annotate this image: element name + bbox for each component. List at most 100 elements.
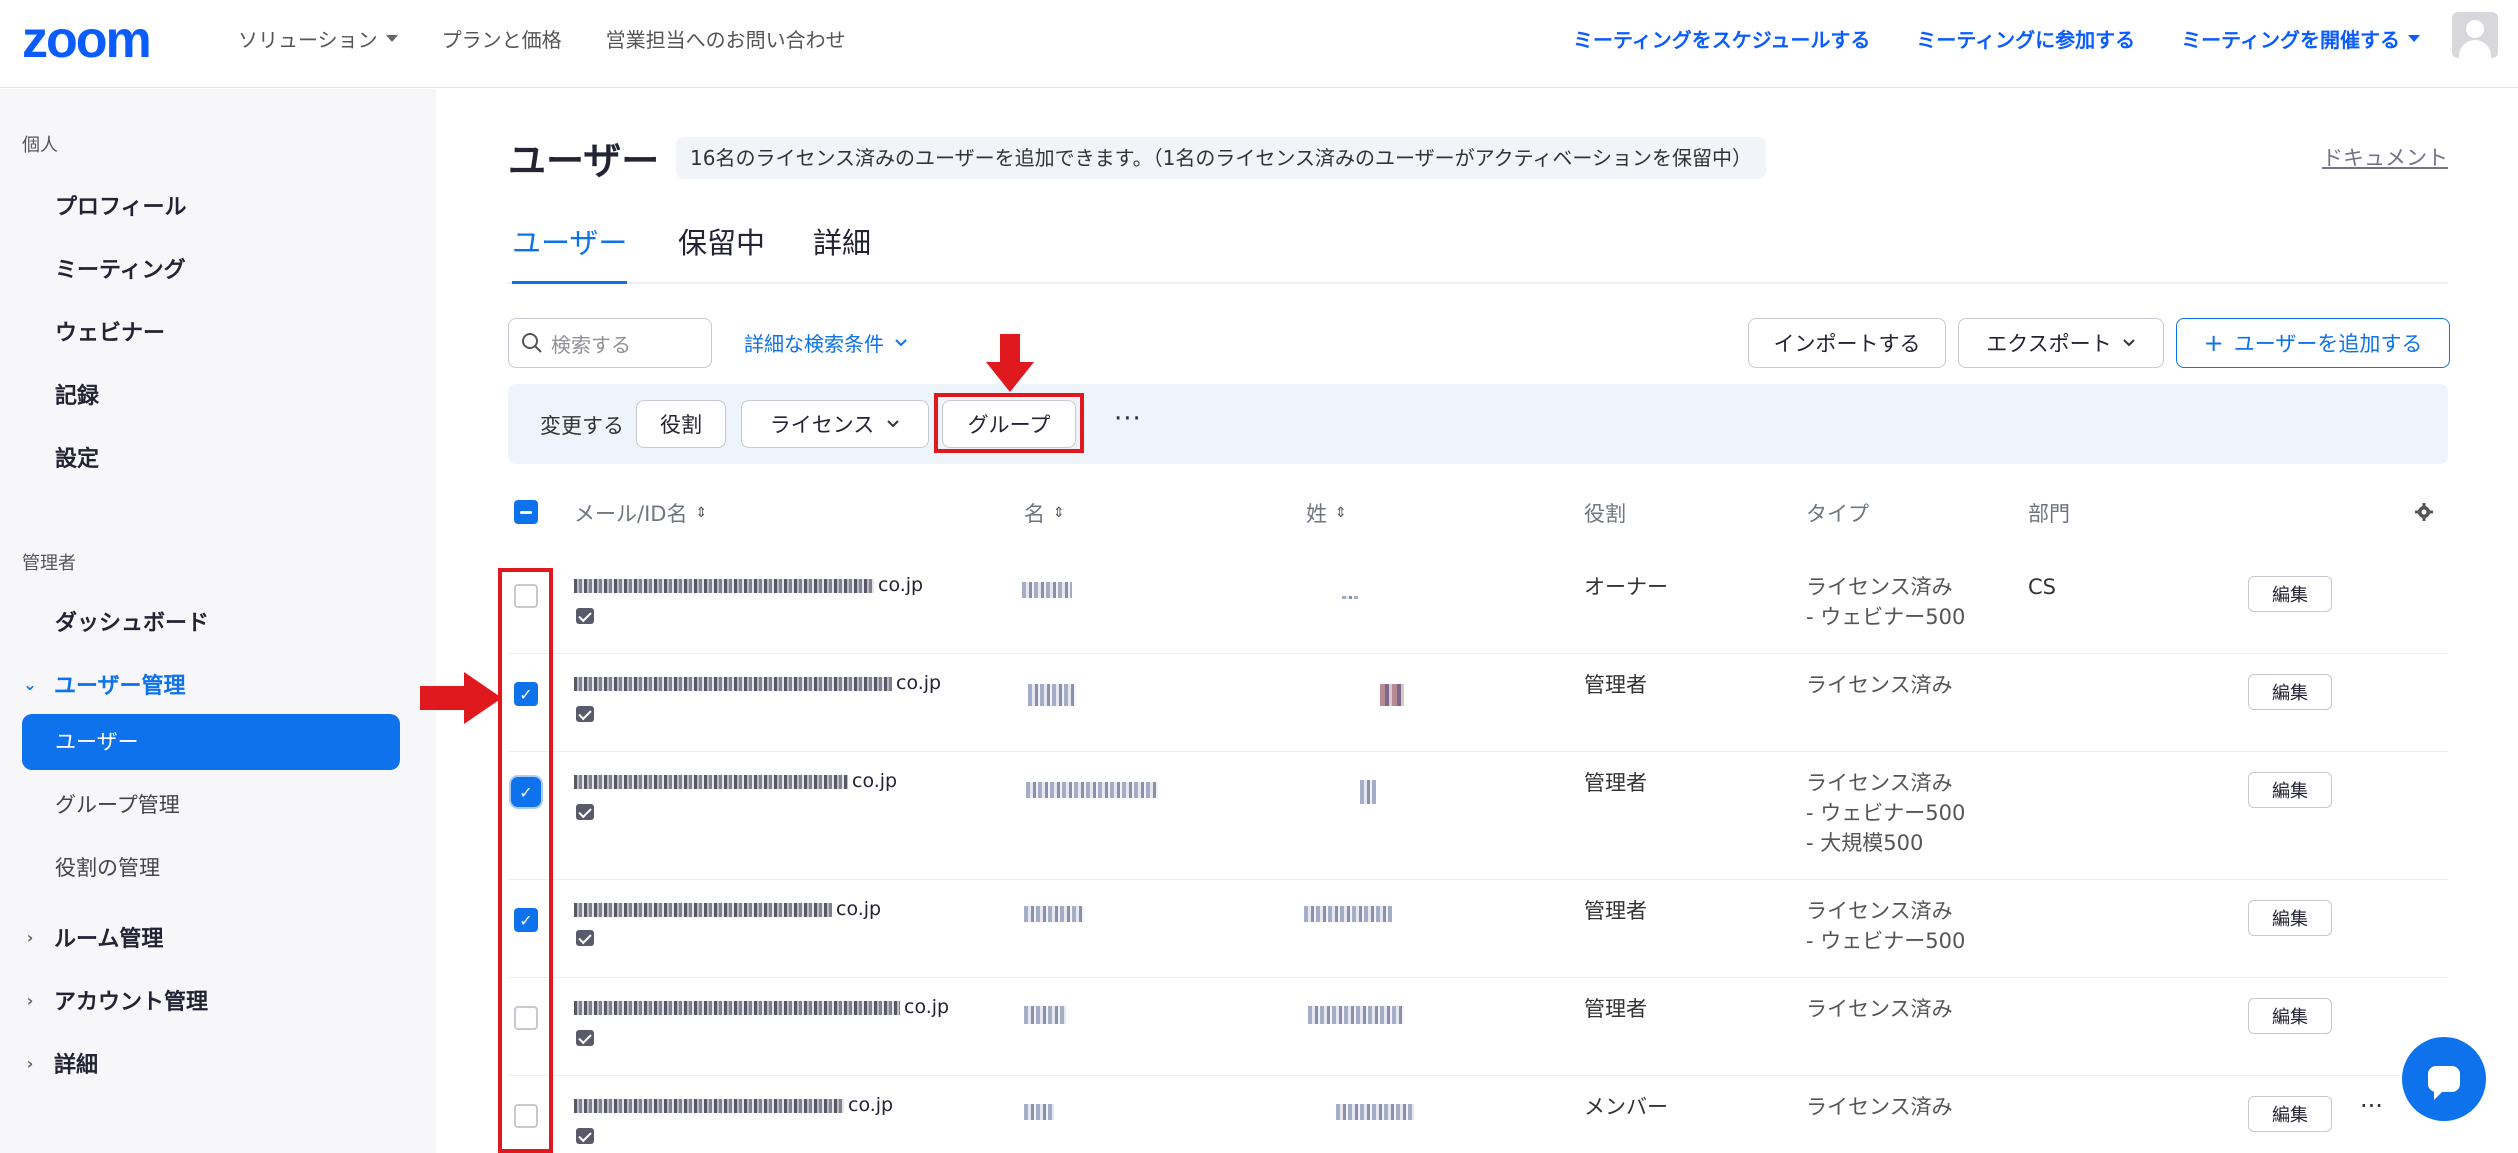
zoom-logo[interactable]: zoom — [22, 14, 152, 66]
row-email[interactable]: co.jp — [574, 770, 897, 792]
tab-advanced[interactable]: 詳細 — [813, 218, 871, 284]
table-row: co.jp 管理者 ライセンス済み 編集 — [508, 978, 2448, 1076]
email-suffix: co.jp — [848, 1094, 894, 1116]
redacted-email — [574, 1000, 900, 1015]
sidebar-item-profile[interactable]: プロフィール — [55, 189, 187, 221]
more-actions-icon[interactable]: ··· — [1114, 404, 1142, 434]
sidebar-item-group-management[interactable]: グループ管理 — [55, 789, 180, 819]
sidebar-item-webinars[interactable]: ウェビナー — [55, 315, 165, 347]
table-row: co.jp メンバー ライセンス済み 編集 ··· — [508, 1076, 2448, 1153]
caret-down-icon — [2408, 35, 2420, 42]
column-header-email[interactable]: メール/ID名 ⇕ — [574, 498, 707, 528]
caret-down-icon — [385, 35, 398, 42]
edit-button[interactable]: 編集 — [2248, 900, 2332, 936]
column-header-last-name-label: 姓 — [1306, 502, 1327, 526]
mail-icon — [576, 706, 594, 722]
change-license-label: ライセンス — [769, 413, 875, 437]
export-button[interactable]: エクスポート — [1958, 318, 2164, 368]
documentation-link[interactable]: ドキュメント — [2322, 142, 2448, 172]
nav-solutions-label: ソリューション — [238, 28, 378, 52]
table-row: ✓ co.jp 管理者 ライセンス済み - ウェビナー500 編集 — [508, 880, 2448, 978]
tab-pending[interactable]: 保留中 — [678, 218, 765, 284]
redacted-email — [574, 676, 892, 691]
nav-solutions[interactable]: ソリューション — [238, 24, 398, 53]
email-suffix: co.jp — [904, 996, 950, 1018]
sidebar-group-room-management[interactable]: › ルーム管理 — [22, 921, 164, 953]
row-type-line: - ウェビナー500 — [1806, 605, 1966, 629]
sidebar-item-recordings[interactable]: 記録 — [55, 378, 99, 410]
column-header-email-label: メール/ID名 — [574, 502, 688, 526]
plus-icon: + — [2203, 329, 2224, 357]
email-suffix: co.jp — [852, 770, 898, 792]
sidebar-group-user-management-label: ユーザー管理 — [54, 674, 186, 699]
sidebar-group-account-management[interactable]: › アカウント管理 — [22, 984, 208, 1016]
annotation-highlight-group — [934, 393, 1084, 453]
edit-button[interactable]: 編集 — [2248, 772, 2332, 808]
row-email[interactable]: co.jp — [574, 996, 949, 1018]
edit-button[interactable]: 編集 — [2248, 674, 2332, 710]
sidebar-group-advanced[interactable]: › 詳細 — [22, 1047, 98, 1079]
edit-button[interactable]: 編集 — [2248, 998, 2332, 1034]
sidebar-section-personal: 個人 — [22, 135, 58, 156]
gear-icon[interactable] — [2414, 502, 2434, 522]
redacted-last-name — [1342, 596, 1358, 599]
add-user-button[interactable]: + ユーザーを追加する — [2176, 318, 2450, 368]
row-type-line: ライセンス済み — [1806, 673, 1953, 697]
top-navigation: zoom ソリューション プランと価格 営業担当へのお問い合わせ ミーティングを… — [0, 0, 2518, 88]
sort-icon: ⇕ — [695, 505, 708, 521]
row-email[interactable]: co.jp — [574, 672, 941, 694]
change-license-button[interactable]: ライセンス — [741, 400, 929, 448]
tab-users[interactable]: ユーザー — [512, 218, 628, 284]
chat-button[interactable] — [2402, 1037, 2486, 1121]
email-suffix: co.jp — [836, 898, 882, 920]
avatar[interactable] — [2452, 12, 2498, 58]
mail-icon — [576, 608, 594, 624]
change-role-button[interactable]: 役割 — [636, 400, 726, 448]
nav-join-meeting[interactable]: ミーティングに参加する — [1916, 24, 2135, 53]
select-all-checkbox[interactable] — [514, 500, 538, 524]
sidebar-group-room-management-label: ルーム管理 — [54, 927, 164, 952]
column-header-department: 部門 — [2028, 502, 2070, 526]
export-label: エクスポート — [1986, 332, 2112, 356]
nav-host-meeting[interactable]: ミーティングを開催する — [2181, 24, 2420, 53]
nav-right: ミーティングをスケジュールする ミーティングに参加する ミーティングを開催する — [1573, 24, 2420, 53]
redacted-email — [574, 1098, 844, 1113]
row-email[interactable]: co.jp — [574, 574, 923, 596]
search-input[interactable]: 検索する — [508, 318, 712, 368]
nav-plans[interactable]: プランと価格 — [442, 24, 562, 53]
chevron-down-icon — [887, 420, 900, 428]
edit-button[interactable]: 編集 — [2248, 576, 2332, 612]
nav-schedule-meeting[interactable]: ミーティングをスケジュールする — [1573, 24, 1870, 53]
nav-contact-sales[interactable]: 営業担当へのお問い合わせ — [606, 24, 846, 53]
sidebar-group-user-management[interactable]: ⌄ ユーザー管理 — [22, 668, 186, 700]
search-icon — [522, 333, 542, 353]
row-more-icon[interactable]: ··· — [2360, 1092, 2383, 1120]
row-email[interactable]: co.jp — [574, 1094, 893, 1116]
sidebar-item-settings[interactable]: 設定 — [55, 441, 99, 473]
mail-icon — [576, 930, 594, 946]
chevron-right-icon: › — [26, 927, 34, 947]
redacted-last-name — [1336, 1104, 1414, 1120]
row-type: ライセンス済み - ウェビナー500 - 大規模500 — [1806, 768, 1965, 858]
row-role: 管理者 — [1584, 771, 1647, 795]
annotation-highlight-checkboxes — [498, 568, 553, 1153]
redacted-last-name — [1360, 780, 1376, 804]
row-type: ライセンス済み - ウェビナー500 — [1806, 572, 1965, 632]
mail-icon — [576, 1128, 594, 1144]
sidebar-item-dashboard[interactable]: ダッシュボード — [55, 605, 209, 637]
row-email[interactable]: co.jp — [574, 898, 881, 920]
table-row: ✓ co.jp 管理者 ライセンス済み 編集 — [508, 654, 2448, 752]
redacted-first-name — [1024, 906, 1084, 922]
email-suffix: co.jp — [896, 672, 942, 694]
column-header-last-name[interactable]: 姓 ⇕ — [1306, 498, 1347, 528]
sidebar-item-users[interactable]: ユーザー — [22, 714, 400, 770]
sidebar-item-role-management[interactable]: 役割の管理 — [55, 852, 160, 882]
edit-button[interactable]: 編集 — [2248, 1096, 2332, 1132]
import-button[interactable]: インポートする — [1748, 318, 1946, 368]
column-header-first-name-label: 名 — [1024, 502, 1045, 526]
row-type-line: - 大規模500 — [1806, 831, 1924, 855]
advanced-search-link[interactable]: 詳細な検索条件 — [744, 328, 908, 357]
email-suffix: co.jp — [878, 574, 924, 596]
column-header-first-name[interactable]: 名 ⇕ — [1024, 498, 1065, 528]
sidebar-item-meetings[interactable]: ミーティング — [55, 252, 186, 284]
